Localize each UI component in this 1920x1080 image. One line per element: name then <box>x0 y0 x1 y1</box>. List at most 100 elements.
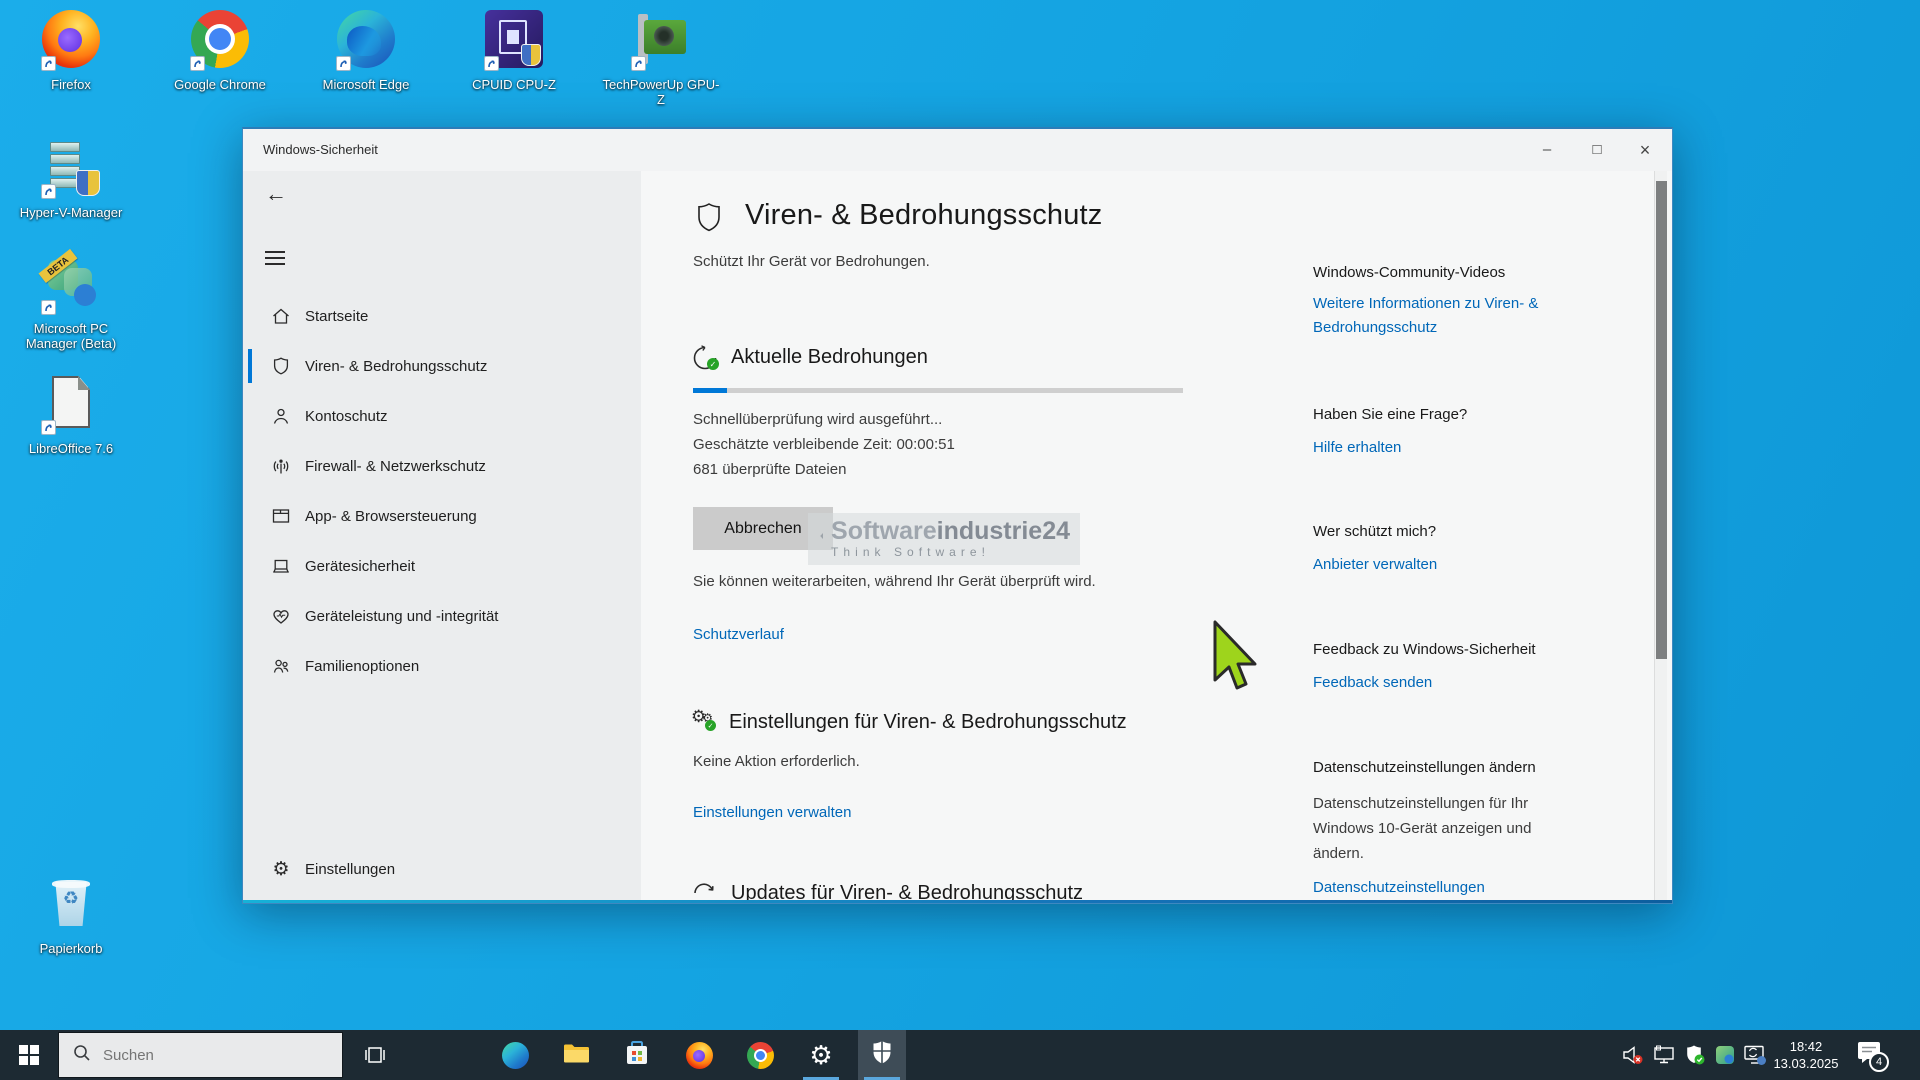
desktop-icon-hyperv[interactable]: Hyper-V-Manager <box>10 136 132 220</box>
scan-remaining-time: Geschätzte verbleibende Zeit: 00:00:51 <box>693 432 955 457</box>
store-icon <box>624 1040 650 1071</box>
aside-link-send-feedback[interactable]: Feedback senden <box>1313 674 1432 691</box>
protection-history-link[interactable]: Schutzverlauf <box>693 626 784 643</box>
edge-icon <box>335 10 397 72</box>
scan-files-count: 681 überprüfte Dateien <box>693 457 955 482</box>
taskbar-chrome-button[interactable] <box>736 1030 784 1080</box>
taskbar-edge-button[interactable] <box>491 1030 539 1080</box>
chrome-icon <box>747 1042 774 1069</box>
display-sync-icon[interactable] <box>1742 1030 1768 1080</box>
aside-heading-feedback: Feedback zu Windows-Sicherheit <box>1313 641 1536 658</box>
taskbar: ⚙ 18:42 13.03.2025 4 <box>0 1030 1920 1080</box>
taskbar-defender-button[interactable] <box>858 1030 906 1080</box>
minimize-button[interactable]: – <box>1524 129 1570 171</box>
family-icon <box>269 655 293 677</box>
sidebar-item-einstellungen[interactable]: ⚙ Einstellungen <box>243 844 641 894</box>
sidebar-item-app-browsersteuerung[interactable]: App- & Browsersteuerung <box>243 491 641 541</box>
manage-settings-link[interactable]: Einstellungen verwalten <box>693 804 851 821</box>
settings-status: Keine Aktion erforderlich. <box>693 749 860 774</box>
scan-status-line: Schnellüberprüfung wird ausgeführt... <box>693 407 955 432</box>
aside-heading-question: Haben Sie eine Frage? <box>1313 406 1467 423</box>
windows-security-window: Windows-Sicherheit – □ × ← Startseite Vi… <box>242 127 1673 904</box>
desktop-icon-recycle-bin[interactable]: ♻ Papierkorb <box>10 872 132 956</box>
watermark-logo-icon <box>818 516 823 562</box>
window-title: Windows-Sicherheit <box>263 142 378 157</box>
desktop-icon-label: Papierkorb <box>10 941 132 956</box>
desktop-icon-edge[interactable]: Microsoft Edge <box>305 8 427 92</box>
tray-date: 13.03.2025 <box>1768 1055 1844 1072</box>
aside-heading-who-protects: Wer schützt mich? <box>1313 523 1436 540</box>
desktop-icon-label: TechPowerUp GPU-Z <box>600 77 722 107</box>
recycle-bin-icon: ♻ <box>40 874 102 936</box>
settings-gear-icon: ⚙ <box>809 1042 832 1068</box>
window-titlebar[interactable]: Windows-Sicherheit – □ × <box>243 129 1672 171</box>
action-center-button[interactable]: 4 <box>1855 1030 1900 1080</box>
window-scrollbar[interactable] <box>1654 171 1667 900</box>
watermark-brand: Software <box>831 517 937 545</box>
home-icon <box>269 305 293 327</box>
pc-manager-icon[interactable] <box>1712 1030 1738 1080</box>
taskbar-search[interactable] <box>58 1032 343 1078</box>
gpuz-icon <box>630 10 692 72</box>
page-subtitle: Schützt Ihr Gerät vor Bedrohungen. <box>693 249 930 274</box>
page-title: Viren- & Bedrohungsschutz <box>745 199 1103 232</box>
edge-icon <box>502 1042 529 1069</box>
current-threats-heading: Aktuelle Bedrohungen <box>731 346 928 369</box>
scan-progress-bar <box>693 388 1183 393</box>
search-input[interactable] <box>103 1047 303 1064</box>
window-bottom-border <box>243 900 1672 903</box>
sidebar-item-geraeteleistung[interactable]: Geräteleistung und -integrität <box>243 591 641 641</box>
network-icon[interactable] <box>1651 1030 1677 1080</box>
maximize-button[interactable]: □ <box>1574 129 1620 171</box>
watermark-brand-bold: industrie24 <box>937 517 1070 545</box>
libreoffice-icon <box>40 374 102 436</box>
taskbar-settings-button[interactable]: ⚙ <box>797 1030 845 1080</box>
aside-link-privacy-settings[interactable]: Datenschutzeinstellungen <box>1313 879 1485 896</box>
gear-icon: ⚙ <box>269 858 293 881</box>
heart-icon <box>269 605 293 627</box>
scan-note: Sie können weiterarbeiten, während Ihr G… <box>693 569 1096 594</box>
desktop-icon-gpuz[interactable]: TechPowerUp GPU-Z <box>600 8 722 107</box>
desktop-icon-firefox[interactable]: Firefox <box>10 8 132 92</box>
green-check-badge: ✓ <box>707 358 719 370</box>
sidebar-item-firewall-netzwerkschutz[interactable]: Firewall- & Netzwerkschutz <box>243 441 641 491</box>
shortcut-arrow-icon <box>41 56 56 71</box>
taskbar-explorer-button[interactable] <box>552 1030 600 1080</box>
firefox-icon <box>40 10 102 72</box>
taskbar-firefox-button[interactable] <box>675 1030 723 1080</box>
volume-muted-icon[interactable] <box>1620 1030 1646 1080</box>
taskbar-clock[interactable]: 18:42 13.03.2025 <box>1768 1038 1844 1072</box>
cpuz-icon <box>483 10 545 72</box>
aside-link-get-help[interactable]: Hilfe erhalten <box>1313 439 1401 456</box>
hyperv-icon <box>40 138 102 200</box>
chrome-icon <box>189 10 251 72</box>
sidebar-item-geraetesicherheit[interactable]: Gerätesicherheit <box>243 541 641 591</box>
desktop-icon-label: LibreOffice 7.6 <box>10 441 132 456</box>
selected-indicator <box>248 349 252 383</box>
scan-history-icon: ✓ <box>691 344 719 377</box>
scrollbar-thumb[interactable] <box>1656 181 1667 659</box>
defender-ok-icon[interactable] <box>1682 1030 1708 1080</box>
shortcut-arrow-icon <box>336 56 351 71</box>
sidebar-item-startseite[interactable]: Startseite <box>243 291 641 341</box>
desktop-icon-cpuz[interactable]: CPUID CPU-Z <box>453 8 575 92</box>
taskbar-store-button[interactable] <box>613 1030 661 1080</box>
sidebar-item-familienoptionen[interactable]: Familienoptionen <box>243 641 641 691</box>
sidebar-item-viren-bedrohungsschutz[interactable]: Viren- & Bedrohungsschutz <box>243 341 641 391</box>
close-button[interactable]: × <box>1622 129 1668 171</box>
desktop-icon-libreoffice[interactable]: LibreOffice 7.6 <box>10 372 132 456</box>
aside-heading-community: Windows-Community-Videos <box>1313 264 1505 281</box>
back-button[interactable]: ← <box>261 179 291 209</box>
desktop-icon-pcmanager[interactable]: BETA Microsoft PC Manager (Beta) <box>10 252 132 351</box>
start-button[interactable] <box>5 1030 53 1080</box>
sidebar-item-kontoschutz[interactable]: Kontoschutz <box>243 391 641 441</box>
search-icon <box>73 1044 91 1067</box>
menu-icon[interactable] <box>265 247 285 269</box>
aside-link-more-info[interactable]: Weitere Informationen zu Viren- & Bedroh… <box>1313 292 1565 340</box>
task-view-button[interactable] <box>351 1030 399 1080</box>
file-explorer-icon <box>563 1042 590 1069</box>
person-icon <box>269 405 293 427</box>
desktop-icon-label: Microsoft Edge <box>305 77 427 92</box>
desktop-icon-chrome[interactable]: Google Chrome <box>159 8 281 92</box>
aside-link-manage-providers[interactable]: Anbieter verwalten <box>1313 556 1437 573</box>
